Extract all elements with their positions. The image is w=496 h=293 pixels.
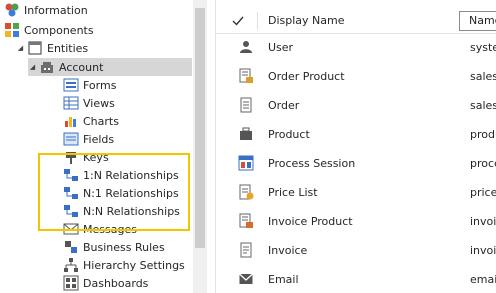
row-display-name: User xyxy=(268,41,294,54)
entities-icon xyxy=(27,40,43,56)
row-display-name: Email xyxy=(268,273,299,286)
hierarchy-icon xyxy=(63,257,79,273)
row-name: salesc xyxy=(470,99,496,112)
invoice-product-icon xyxy=(238,213,254,229)
order-icon xyxy=(238,97,254,113)
tree-item-forms[interactable]: Forms xyxy=(63,76,116,94)
components-icon xyxy=(4,22,20,38)
column-header-display-name[interactable]: Display Name xyxy=(268,14,345,27)
account-entity-icon xyxy=(39,59,55,75)
row-name: pricel xyxy=(470,186,496,199)
tree-item-label: Entities xyxy=(47,41,89,55)
expanded-arrow-icon[interactable]: ◢ xyxy=(28,63,37,71)
product-icon xyxy=(238,126,254,142)
grid-header: Display Name Name xyxy=(216,8,496,34)
tree-item-account[interactable]: ◢ Account xyxy=(28,58,192,76)
tree-item-label: Hierarchy Settings xyxy=(83,258,185,272)
row-display-name: Order Product xyxy=(268,70,345,83)
process-session-icon xyxy=(238,155,254,171)
tree-item-fields[interactable]: Fields xyxy=(63,130,114,148)
fields-icon xyxy=(63,131,79,147)
price-list-icon xyxy=(238,184,254,200)
tree-scrollbar[interactable] xyxy=(193,0,207,293)
tree-item-label: Charts xyxy=(83,114,119,128)
order-product-icon xyxy=(238,68,254,84)
row-name: syster xyxy=(470,41,496,54)
tree-item-label: Components xyxy=(24,23,94,37)
row-name: proce xyxy=(470,157,496,170)
row-display-name: Product xyxy=(268,128,310,141)
entity-list-grid: Display Name Name User syster Order Prod… xyxy=(215,0,496,293)
header-divider xyxy=(257,12,258,30)
views-icon xyxy=(63,95,79,111)
information-icon xyxy=(4,2,20,18)
tree-item-charts[interactable]: Charts xyxy=(63,112,119,130)
tree-item-label: Dashboards xyxy=(83,276,149,290)
table-row[interactable]: Product produ xyxy=(216,120,496,149)
table-row[interactable]: Order Product salesc xyxy=(216,62,496,91)
row-display-name: Price List xyxy=(268,186,318,199)
table-row[interactable]: Price List pricel xyxy=(216,178,496,207)
table-row[interactable]: Order salesc xyxy=(216,91,496,120)
row-display-name: Order xyxy=(268,99,300,112)
row-name: salesc xyxy=(470,70,496,83)
tree-item-information[interactable]: Information xyxy=(4,1,88,19)
tree-item-business-rules[interactable]: Business Rules xyxy=(63,238,165,256)
row-name: email xyxy=(470,273,496,286)
table-row[interactable]: Invoice invoic xyxy=(216,236,496,265)
scrollbar-thumb[interactable] xyxy=(195,8,205,248)
table-row[interactable]: Email email xyxy=(216,265,496,293)
solution-tree: Information Components ◢ Entities ◢ Acco… xyxy=(0,0,193,293)
row-display-name: Invoice Product xyxy=(268,215,353,228)
tree-item-hierarchy-settings[interactable]: Hierarchy Settings xyxy=(63,256,185,274)
select-all-checkmark-icon[interactable] xyxy=(230,13,246,29)
tree-item-label: Views xyxy=(83,96,115,110)
dashboards-icon xyxy=(63,275,79,291)
invoice-icon xyxy=(238,242,254,258)
tree-item-label: Business Rules xyxy=(83,240,165,254)
table-row[interactable]: User syster xyxy=(216,33,496,62)
business-rules-icon xyxy=(63,239,79,255)
row-name: produ xyxy=(470,128,496,141)
relationships-highlight-box xyxy=(38,153,190,231)
tree-item-label: Account xyxy=(59,60,104,74)
email-icon xyxy=(238,271,254,287)
user-icon xyxy=(238,39,254,55)
forms-icon xyxy=(63,77,79,93)
expanded-arrow-icon[interactable]: ◢ xyxy=(16,44,25,52)
row-display-name: Invoice xyxy=(268,244,308,257)
tree-item-label: Fields xyxy=(83,132,115,146)
table-row[interactable]: Process Session proce xyxy=(216,149,496,178)
row-name: invoic xyxy=(470,244,496,257)
charts-icon xyxy=(63,113,79,129)
row-name: invoic xyxy=(470,215,496,228)
table-row[interactable]: Invoice Product invoic xyxy=(216,207,496,236)
tree-item-dashboards[interactable]: Dashboards xyxy=(63,274,148,292)
tree-item-label: Forms xyxy=(83,78,117,92)
tree-item-components[interactable]: Components xyxy=(4,21,94,39)
tree-item-views[interactable]: Views xyxy=(63,94,115,112)
column-header-name[interactable]: Name xyxy=(459,11,496,31)
tree-item-label: Information xyxy=(24,3,88,17)
tree-item-entities[interactable]: ◢ Entities xyxy=(16,39,88,57)
row-display-name: Process Session xyxy=(268,157,356,170)
